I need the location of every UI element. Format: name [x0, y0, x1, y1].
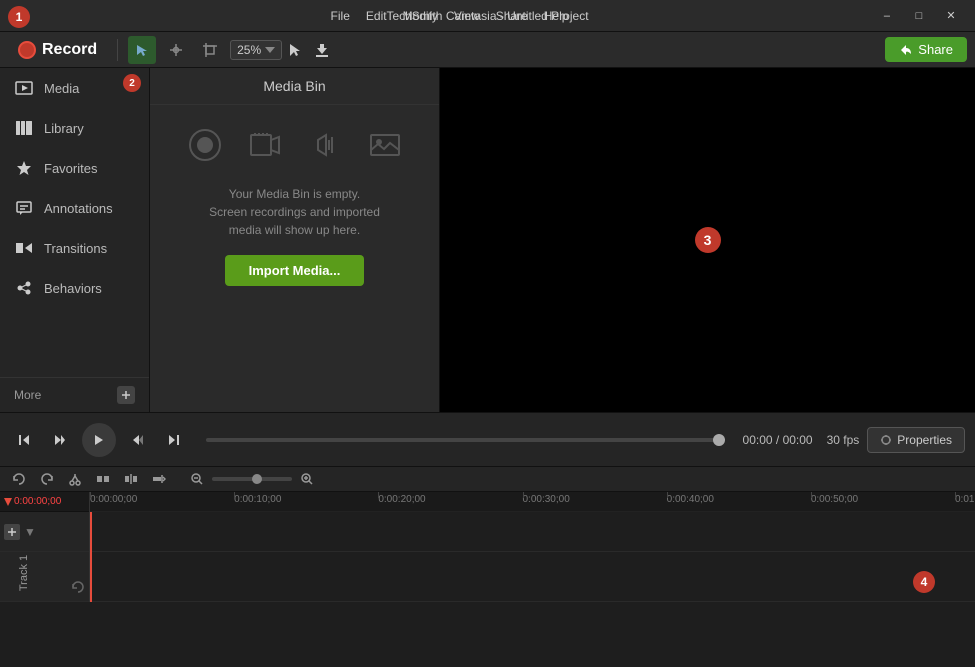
ripple-button[interactable]: [92, 468, 114, 490]
cut-button[interactable]: [64, 468, 86, 490]
share-button[interactable]: Share: [885, 37, 967, 62]
add-button[interactable]: [117, 386, 135, 404]
timeline-panel: 0:00:00;00 ▼ Track 1 0:00:00;0: [0, 467, 975, 602]
step-back-button[interactable]: [46, 426, 74, 454]
menu-file[interactable]: File: [325, 7, 356, 25]
properties-label: Properties: [897, 433, 952, 447]
time-mark-1: 0:00:10;00: [234, 492, 281, 505]
play-button[interactable]: [82, 423, 116, 457]
audio-media-icon[interactable]: [305, 125, 345, 165]
media-bin-empty-text: Your Media Bin is empty.Screen recording…: [150, 185, 439, 239]
badge-3: 3: [695, 227, 721, 253]
annotation-icon: [14, 198, 34, 218]
arrow-tool-button[interactable]: [128, 36, 156, 64]
split-button[interactable]: [120, 468, 142, 490]
expand-track-button[interactable]: ▼: [24, 525, 36, 539]
time-mark-5: 0:00:50;00: [811, 492, 858, 505]
timeline-zoom: [186, 468, 318, 490]
window-controls: – □ ✕: [871, 6, 967, 26]
time-mark-6: 0:01:00;00: [955, 492, 975, 505]
toolbar: Record 25% Share: [0, 32, 975, 68]
sidebar-item-favorites[interactable]: Favorites: [0, 148, 149, 188]
sidebar-item-behaviors[interactable]: Behaviors: [0, 268, 149, 308]
go-to-start-button[interactable]: [10, 426, 38, 454]
close-button[interactable]: ✕: [935, 6, 967, 26]
track1-rotate-icon: [71, 580, 85, 597]
library-icon: [14, 118, 34, 138]
cursor-icon: [288, 42, 302, 58]
maximize-button[interactable]: □: [903, 6, 935, 26]
sidebar-more: More: [0, 377, 149, 412]
pan-tool-button[interactable]: [162, 36, 190, 64]
more-label[interactable]: More: [14, 388, 41, 402]
media-type-icons: [150, 105, 439, 185]
media-bin-panel: Media Bin Your Media Bin is empty.Screen…: [150, 68, 440, 412]
zoom-slider[interactable]: [212, 477, 292, 481]
redo-button[interactable]: [36, 468, 58, 490]
import-media-button[interactable]: Import Media...: [225, 255, 365, 286]
sidebar-item-library-label: Library: [44, 121, 84, 136]
sidebar-item-annotations[interactable]: Annotations: [0, 188, 149, 228]
track-1-row[interactable]: [90, 512, 975, 552]
record-label: Record: [42, 41, 97, 59]
track-1-content-row[interactable]: 4: [90, 552, 975, 602]
media-bin-title: Media Bin: [150, 68, 439, 105]
time-mark-0: 0:00:00;00: [90, 492, 137, 505]
go-to-end-button[interactable]: [160, 426, 188, 454]
cursor-time-display: 0:00:00;00: [14, 496, 61, 507]
sidebar-item-behaviors-label: Behaviors: [44, 281, 102, 296]
zoom-in-button[interactable]: [296, 468, 318, 490]
sidebar-item-transitions[interactable]: Transitions: [0, 228, 149, 268]
image-media-icon[interactable]: [365, 125, 405, 165]
sidebar: Media 2 Library Favorites Annotations: [0, 68, 150, 412]
undo-button[interactable]: [8, 468, 30, 490]
transitions-icon: [14, 238, 34, 258]
badge-4: 4: [913, 571, 935, 593]
share-label: Share: [918, 42, 953, 57]
playback-fps: 30 fps: [827, 433, 860, 447]
record-media-icon[interactable]: [185, 125, 225, 165]
zoom-knob[interactable]: [252, 474, 262, 484]
star-icon: [14, 158, 34, 178]
track-labels: 0:00:00;00 ▼ Track 1: [0, 492, 90, 602]
time-ruler: 0:00:00;00 0:00:10;00 0:00:20;00 0:00:30;00…: [90, 492, 975, 512]
video-media-icon[interactable]: [245, 125, 285, 165]
zoom-out-button[interactable]: [186, 468, 208, 490]
tracks-area[interactable]: 4: [90, 512, 975, 602]
zoom-dropdown[interactable]: 25%: [230, 40, 282, 60]
sidebar-item-annotations-label: Annotations: [44, 201, 113, 216]
media-icon: [14, 78, 34, 98]
download-button[interactable]: [308, 36, 336, 64]
add-track-button[interactable]: [4, 524, 20, 540]
badge-1: 1: [8, 6, 30, 28]
app-title: TechSmith Camtasia - Untitled Project: [386, 9, 588, 23]
titlebar: 1 File Edit Modify View Share Help TechS…: [0, 0, 975, 32]
toolbar-separator: [117, 39, 118, 61]
behaviors-icon: [14, 278, 34, 298]
sidebar-item-favorites-label: Favorites: [44, 161, 97, 176]
time-mark-2: 0:00:20;00: [378, 492, 425, 505]
sidebar-item-transitions-label: Transitions: [44, 241, 107, 256]
sidebar-item-library[interactable]: Library: [0, 108, 149, 148]
time-mark-3: 0:00:30;00: [523, 492, 570, 505]
zoom-value: 25%: [237, 43, 261, 57]
record-button[interactable]: Record: [8, 37, 107, 63]
badge-2: 2: [123, 74, 141, 92]
playback-knob[interactable]: [713, 434, 725, 446]
playback-slider[interactable]: [206, 438, 725, 442]
minimize-button[interactable]: –: [871, 6, 903, 26]
crop-tool-button[interactable]: [196, 36, 224, 64]
playhead-line: [90, 512, 92, 602]
properties-button[interactable]: Properties: [867, 427, 965, 453]
extend-button[interactable]: [148, 468, 170, 490]
step-forward-button[interactable]: [124, 426, 152, 454]
timeline-toolbar: [0, 467, 975, 492]
time-mark-4: 0:00:40;00: [667, 492, 714, 505]
playback-bar: 00:00 / 00:00 30 fps Properties: [0, 412, 975, 467]
record-dot-icon: [18, 41, 36, 59]
preview-panel: 3: [440, 68, 975, 412]
track1-label: Track 1: [18, 555, 30, 591]
playback-time: 00:00 / 00:00: [743, 433, 813, 447]
sidebar-item-media-label: Media: [44, 81, 79, 96]
